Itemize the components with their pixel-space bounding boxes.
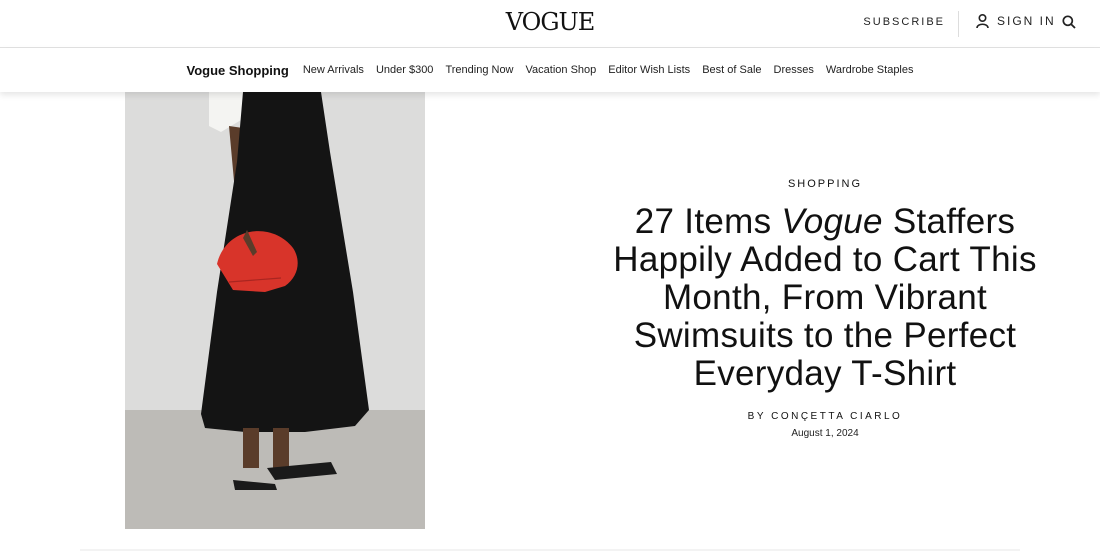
headline-part1: 27 Items	[634, 202, 782, 241]
nav-wardrobe-staples[interactable]: Wardrobe Staples	[826, 64, 914, 76]
article-byline[interactable]: BY CONÇETTA CIARLO	[610, 411, 1040, 422]
search-icon	[1062, 15, 1076, 29]
bottom-divider	[80, 549, 1020, 551]
hero-image	[125, 92, 425, 529]
nav-editor-wish-lists[interactable]: Editor Wish Lists	[608, 64, 690, 76]
nav-vogue-shopping[interactable]: Vogue Shopping	[187, 63, 289, 78]
subscribe-link[interactable]: SUBSCRIBE	[863, 16, 945, 28]
sign-in-button[interactable]: SIGN IN	[976, 14, 1056, 28]
sign-in-label: SIGN IN	[997, 14, 1056, 28]
search-button[interactable]	[1062, 15, 1076, 34]
nav-new-arrivals[interactable]: New Arrivals	[303, 64, 364, 76]
user-icon	[976, 14, 989, 28]
nav-trending-now[interactable]: Trending Now	[445, 64, 513, 76]
article-category[interactable]: SHOPPING	[610, 178, 1040, 190]
nav-best-of-sale[interactable]: Best of Sale	[702, 64, 761, 76]
header-divider	[958, 11, 959, 37]
nav-under-300[interactable]: Under $300	[376, 64, 434, 76]
article-headline: 27 Items Vogue Staffers Happily Added to…	[610, 203, 1040, 393]
top-bar: VOGUE SUBSCRIBE SIGN IN	[0, 0, 1100, 48]
article-header: SHOPPING 27 Items Vogue Staffers Happily…	[610, 170, 1040, 439]
hero-illustration	[125, 92, 425, 529]
headline-vogue: Vogue	[781, 202, 883, 241]
section-nav: Vogue Shopping New Arrivals Under $300 T…	[0, 48, 1100, 92]
nav-vacation-shop[interactable]: Vacation Shop	[526, 64, 597, 76]
nav-dresses[interactable]: Dresses	[774, 64, 814, 76]
article-date: August 1, 2024	[791, 428, 859, 439]
